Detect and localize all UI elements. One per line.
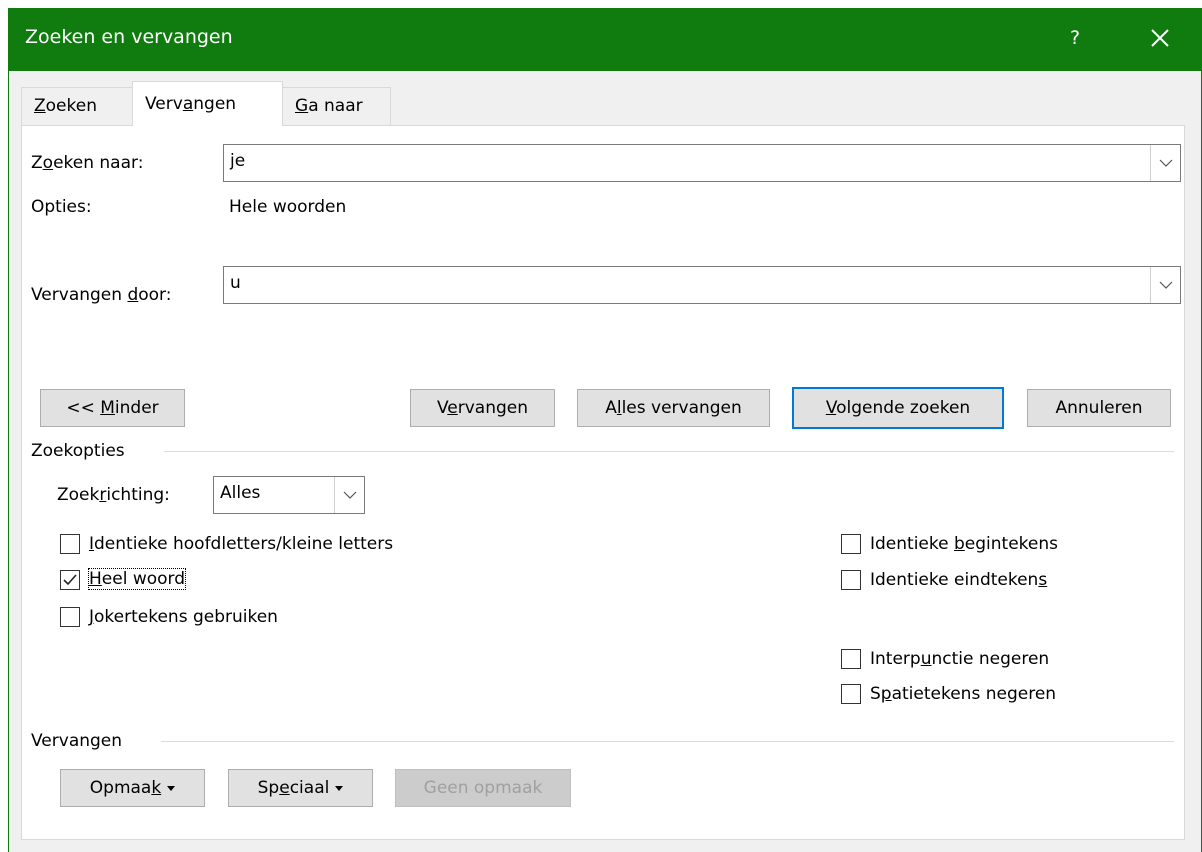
zoekopties-divider: [164, 451, 1174, 452]
tab-label-accesskey: a: [182, 94, 194, 114]
checkbox-identieke-eindtekens[interactable]: [841, 570, 861, 590]
zoekrichting-label: Zoekrichting:: [57, 485, 170, 505]
close-button[interactable]: [1139, 18, 1181, 58]
options-label: Opties:: [31, 197, 92, 217]
speciaal-button[interactable]: Speciaal: [228, 769, 373, 807]
tab-label: Verv: [145, 94, 183, 114]
zoekrichting-dropdown-button[interactable]: [334, 477, 364, 513]
checkbox-identieke-hoofdletters[interactable]: [60, 534, 80, 554]
checkbox-jokertekens[interactable]: [60, 607, 80, 627]
checkbox-label: Identieke begintekens: [870, 534, 1058, 554]
tab-vervangen[interactable]: Vervangen: [132, 81, 283, 126]
tab-ga-naar[interactable]: Ga naar: [282, 87, 391, 126]
tab-panel: [21, 125, 1185, 840]
tab-label: ngen: [193, 94, 237, 114]
vervangen-heading: Vervangen: [31, 731, 123, 751]
chevron-down-icon: [1159, 159, 1172, 167]
geen-opmaak-button[interactable]: Geen opmaak: [395, 769, 571, 807]
alles-vervangen-button[interactable]: Alles vervangen: [577, 389, 770, 427]
minder-button[interactable]: << Minder: [40, 389, 185, 427]
close-icon: [1151, 29, 1169, 47]
checkbox-interpunctie-negeren[interactable]: [841, 649, 861, 669]
opmaak-button[interactable]: Opmaak: [60, 769, 205, 807]
zoekrichting-value: Alles: [220, 483, 261, 503]
caret-down-icon: [335, 785, 344, 791]
checkmark-icon: [63, 574, 77, 586]
replace-label: Vervangen door:: [31, 285, 172, 305]
chevron-down-icon: [1159, 281, 1172, 289]
window-title: Zoeken en vervangen: [25, 26, 233, 48]
vervangen-divider: [161, 741, 1174, 742]
find-input-value: je: [230, 151, 246, 171]
checkbox-label: Identieke hoofdletters/kleine letters: [89, 534, 394, 554]
find-dropdown-button[interactable]: [1150, 145, 1180, 181]
zoekrichting-select[interactable]: Alles: [213, 476, 365, 514]
title-bar: Zoeken en vervangen ?: [9, 8, 1201, 71]
checkbox-heel-woord[interactable]: [60, 570, 80, 590]
find-input[interactable]: je: [223, 144, 1181, 182]
tab-zoeken[interactable]: Zoeken: [21, 87, 133, 126]
tab-label: a naar: [308, 96, 363, 116]
tab-label-accesskey: Z: [34, 96, 46, 116]
find-label: Zoeken naar:: [31, 153, 144, 173]
checkbox-spatietekens-negeren[interactable]: [841, 684, 861, 704]
annuleren-button[interactable]: Annuleren: [1027, 389, 1171, 427]
tab-label: oeken: [45, 96, 97, 116]
options-value: Hele woorden: [229, 197, 347, 217]
zoekopties-heading: Zoekopties: [31, 441, 125, 461]
replace-dropdown-button[interactable]: [1150, 267, 1180, 303]
checkbox-label: Interpunctie negeren: [870, 649, 1050, 669]
checkbox-label: Jokertekens gebruiken: [89, 607, 278, 627]
chevron-down-icon: [343, 491, 356, 499]
help-button[interactable]: ?: [1055, 20, 1095, 56]
find-replace-dialog: Zoeken en vervangen ? Zoeken Vervangen G…: [8, 8, 1202, 852]
checkbox-identieke-begintekens[interactable]: [841, 534, 861, 554]
replace-input[interactable]: u: [223, 266, 1181, 304]
checkbox-label: Spatietekens negeren: [870, 684, 1057, 704]
tab-label-accesskey: G: [295, 96, 309, 116]
caret-down-icon: [167, 785, 176, 791]
checkbox-label: Identieke eindtekens: [870, 570, 1048, 590]
replace-input-value: u: [230, 273, 241, 293]
vervangen-button[interactable]: Vervangen: [410, 389, 555, 427]
volgende-zoeken-button[interactable]: Volgende zoeken: [792, 387, 1004, 429]
checkbox-label: Heel woord: [87, 568, 187, 590]
